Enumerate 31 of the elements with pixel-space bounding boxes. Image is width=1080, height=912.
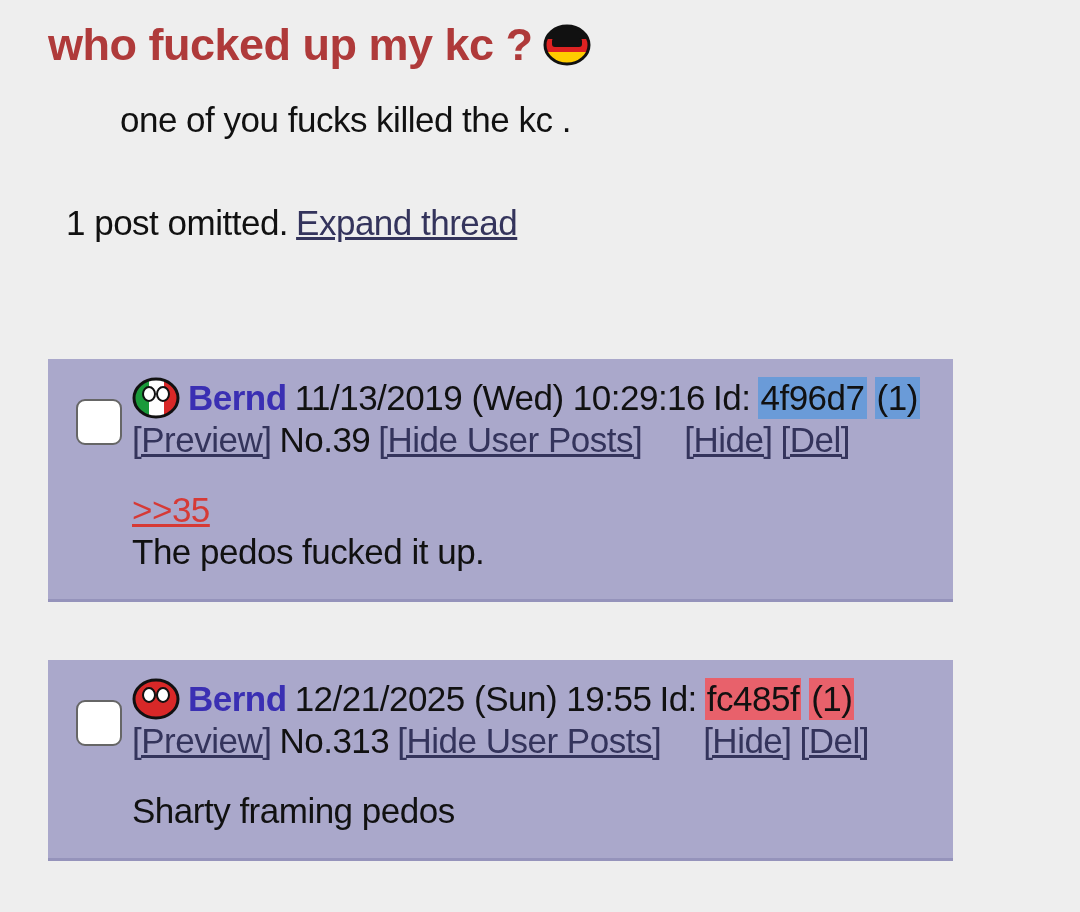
post-number: No.313 <box>279 720 390 762</box>
post-date: 12/21/2025 (Sun) 19:55 <box>294 678 652 720</box>
hide-link[interactable]: [Hide] <box>684 419 773 461</box>
thread-title: who fucked up my kc ? <box>48 18 533 72</box>
preview-link[interactable]: [Preview] <box>132 419 272 461</box>
id-count: (1) <box>874 377 920 419</box>
post-checkbox[interactable] <box>76 700 122 746</box>
hide-link[interactable]: [Hide] <box>703 720 792 762</box>
poster-name: Bernd <box>188 377 287 419</box>
hide-user-posts-link[interactable]: [Hide User Posts] <box>378 419 643 461</box>
flag-ball-icon <box>132 377 180 419</box>
poster-id: fc485f <box>704 678 802 720</box>
poster-name: Bernd <box>188 678 287 720</box>
preview-link[interactable]: [Preview] <box>132 720 272 762</box>
post-number: No.39 <box>279 419 371 461</box>
id-label: Id: <box>659 678 697 720</box>
id-label: Id: <box>713 377 751 419</box>
post-text: one of you fucks killed the kc . <box>120 99 572 141</box>
post-text: The pedos fucked it up. <box>132 532 485 571</box>
post-text: Sharty framing pedos <box>132 791 455 830</box>
post-checkbox[interactable] <box>76 399 122 445</box>
post-date: 11/13/2019 (Wed) 10:29:16 <box>294 377 706 419</box>
poster-id: 4f96d7 <box>758 377 867 419</box>
expand-link[interactable]: Expand thread <box>296 196 518 249</box>
delete-link[interactable]: [Del] <box>780 419 851 461</box>
flag-ball-icon <box>542 24 591 66</box>
flag-ball-icon <box>132 678 180 720</box>
omitted-note: 1 post omitted. <box>66 201 289 244</box>
delete-link[interactable]: [Del] <box>799 720 870 762</box>
id-count: (1) <box>809 678 855 720</box>
hide-user-posts-link[interactable]: [Hide User Posts] <box>397 720 662 762</box>
